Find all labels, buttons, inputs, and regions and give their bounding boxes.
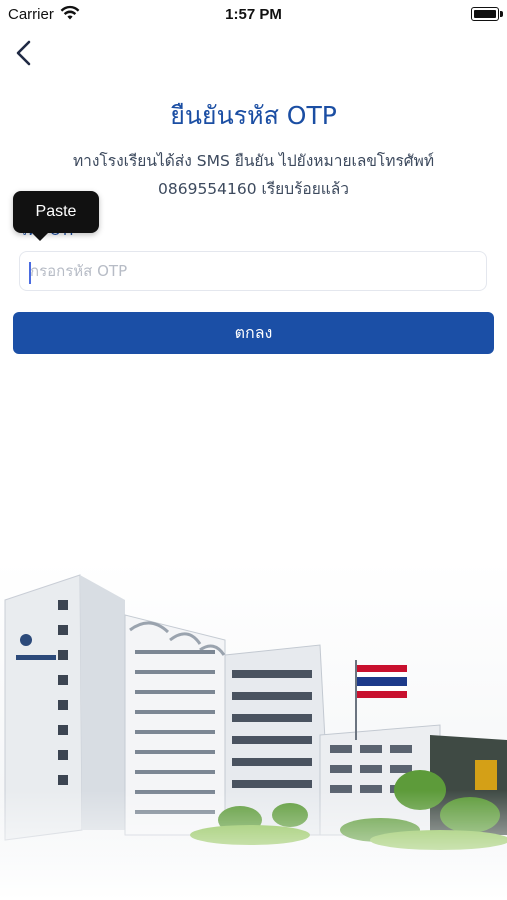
clock: 1:57 PM — [225, 6, 282, 23]
page-title: ยืนยันรหัส OTP — [170, 101, 337, 130]
paste-menu-item[interactable]: Paste — [36, 203, 77, 221]
tooltip-arrow — [31, 232, 49, 241]
otp-input[interactable] — [20, 252, 486, 290]
text-caret — [29, 262, 31, 284]
otp-message-line-2: 0869554160 เรียบร้อยแล้ว — [158, 180, 349, 198]
paste-menu[interactable]: Paste — [13, 191, 99, 241]
confirm-button[interactable]: ตกลง — [13, 312, 494, 354]
chevron-left-icon — [16, 40, 31, 66]
battery-icon — [471, 7, 503, 21]
school-building-illustration — [0, 560, 507, 900]
status-bar: Carrier 1:57 PM — [0, 0, 507, 30]
otp-message-line-1: ทางโรงเรียนได้ส่ง SMS ยืนยัน ไปยังหมายเล… — [72, 152, 435, 170]
back-button[interactable] — [10, 36, 40, 70]
otp-input-container[interactable] — [19, 251, 487, 291]
